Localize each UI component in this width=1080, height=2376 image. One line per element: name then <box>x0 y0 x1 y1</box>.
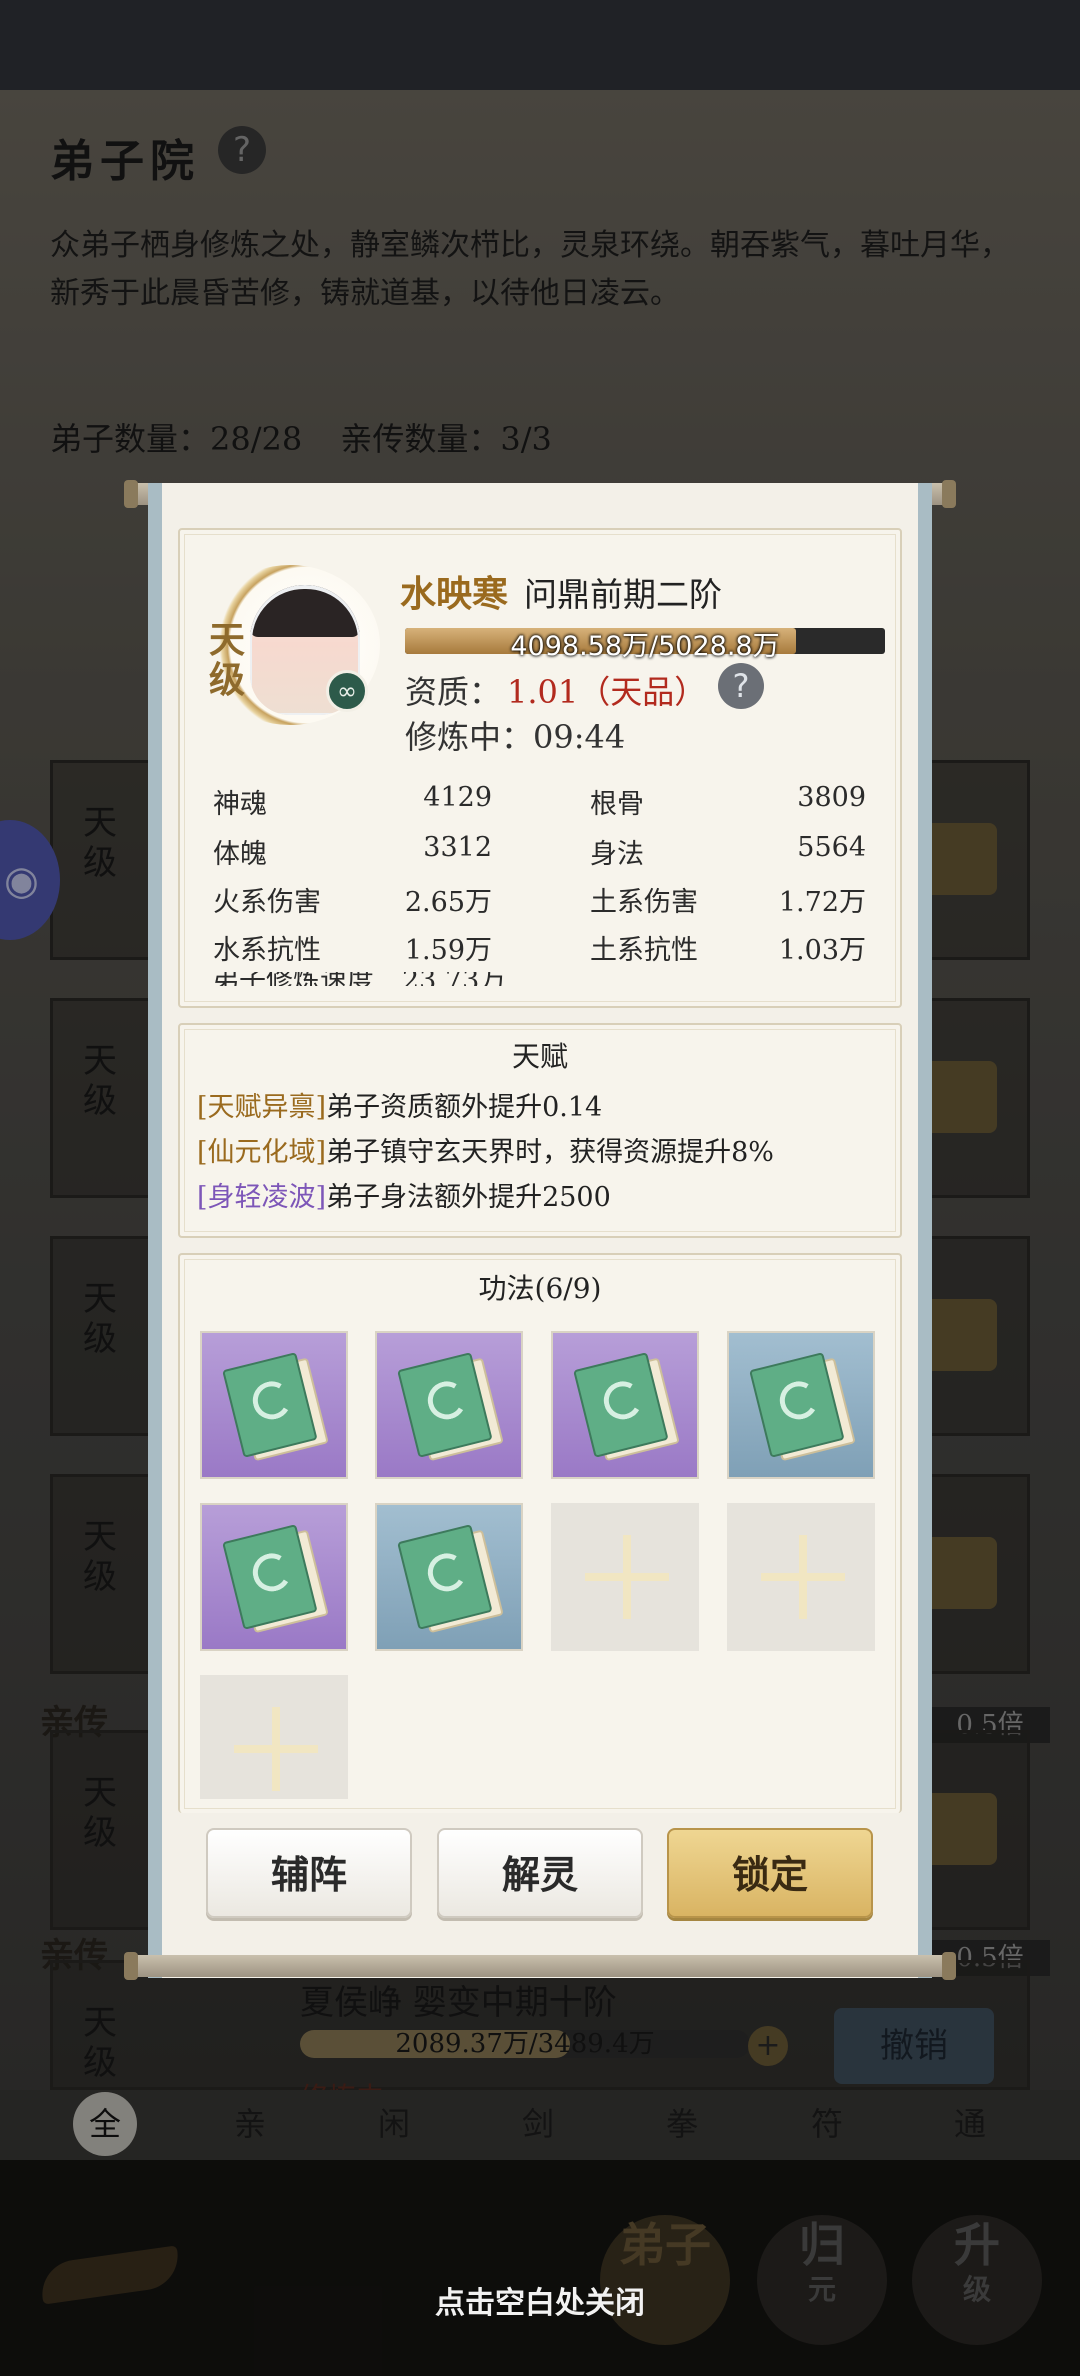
stat-label: 根骨 <box>590 789 644 820</box>
stats-scroll-clip[interactable]: 弟子修炼速度 23.73万 <box>212 972 852 986</box>
technique-book-icon <box>397 1350 504 1462</box>
release-button[interactable]: 解灵 <box>437 1828 643 1918</box>
technique-title: 功法(6/9) <box>478 1272 602 1305</box>
grade-badge: 天级 <box>208 619 245 701</box>
talent-tag: [身轻凌波] <box>197 1182 327 1213</box>
talent-tag: [天赋异禀] <box>197 1092 327 1123</box>
exp-text: 4098.58万/5028.8万 <box>510 631 780 662</box>
technique-book-icon <box>397 1522 504 1634</box>
cultivation-status: 修炼中：09:44 <box>405 718 626 756</box>
stat-value: 5564 <box>797 832 866 863</box>
empty-technique-slot[interactable] <box>727 1503 875 1651</box>
stat-label: 火系伤害 <box>213 887 321 918</box>
talent-item: [天赋异禀]弟子资质额外提升0.14 <box>197 1085 602 1124</box>
exp-bar: 4098.58万/5028.8万 <box>405 628 885 662</box>
lock-button[interactable]: 锁定 <box>667 1828 873 1918</box>
stat-value: 1.59万 <box>404 935 492 966</box>
disciple-name: 水映寒 <box>400 573 509 615</box>
aptitude-label: 资质： <box>405 673 502 711</box>
close-hint: 点击空白处关闭 <box>435 2286 645 2321</box>
technique-slot[interactable] <box>200 1503 348 1651</box>
technique-book-icon <box>749 1350 856 1462</box>
stat-label: 土系伤害 <box>590 887 698 918</box>
stat-label: 水系抗性 <box>213 935 321 966</box>
stat-label: 体魄 <box>213 839 267 870</box>
disciple-realm: 问鼎前期二阶 <box>524 575 722 614</box>
empty-technique-slot[interactable] <box>200 1675 348 1799</box>
stat-value: 3312 <box>423 832 492 863</box>
technique-book-icon <box>222 1522 329 1634</box>
technique-slot[interactable] <box>200 1331 348 1479</box>
stat-label: 土系抗性 <box>590 935 698 966</box>
aptitude-value: 1.01（天品） <box>507 673 707 711</box>
empty-technique-slot[interactable] <box>551 1503 699 1651</box>
stat-value: 3809 <box>797 782 866 813</box>
talent-item: [身轻凌波]弟子身法额外提升2500 <box>197 1175 611 1214</box>
help-icon[interactable]: ? <box>718 663 764 709</box>
scroll-bottom-rod <box>124 1952 956 1980</box>
stat-value: 23.73万 <box>402 972 506 986</box>
stat-label: 弟子修炼速度 <box>212 972 374 986</box>
talent-item: [仙元化域]弟子镇守玄天界时，获得资源提升8% <box>197 1130 774 1169</box>
talent-text: 弟子身法额外提升2500 <box>326 1182 611 1213</box>
talent-tag: [仙元化域] <box>197 1137 327 1168</box>
stat-value: 4129 <box>423 782 492 813</box>
talent-title: 天赋 <box>511 1040 568 1073</box>
technique-book-icon <box>573 1350 680 1462</box>
formation-button[interactable]: 辅阵 <box>206 1828 412 1918</box>
stat-value: 2.65万 <box>404 887 492 918</box>
stat-value: 1.72万 <box>778 887 866 918</box>
plus-icon <box>799 1535 807 1619</box>
plus-icon <box>272 1707 280 1791</box>
technique-slot[interactable] <box>551 1331 699 1479</box>
technique-book-icon <box>222 1350 329 1462</box>
talent-text: 弟子资质额外提升0.14 <box>326 1092 603 1123</box>
status-bar <box>0 0 1080 90</box>
plus-icon <box>623 1535 631 1619</box>
stat-label: 神魂 <box>213 789 267 820</box>
technique-slot[interactable] <box>375 1503 523 1651</box>
stat-label: 身法 <box>590 839 644 870</box>
swirl-icon: ∞ <box>326 670 368 712</box>
technique-slot[interactable] <box>727 1331 875 1479</box>
stat-value: 1.03万 <box>778 935 866 966</box>
talent-text: 弟子镇守玄天界时，获得资源提升8% <box>326 1137 774 1168</box>
technique-slot[interactable] <box>375 1331 523 1479</box>
